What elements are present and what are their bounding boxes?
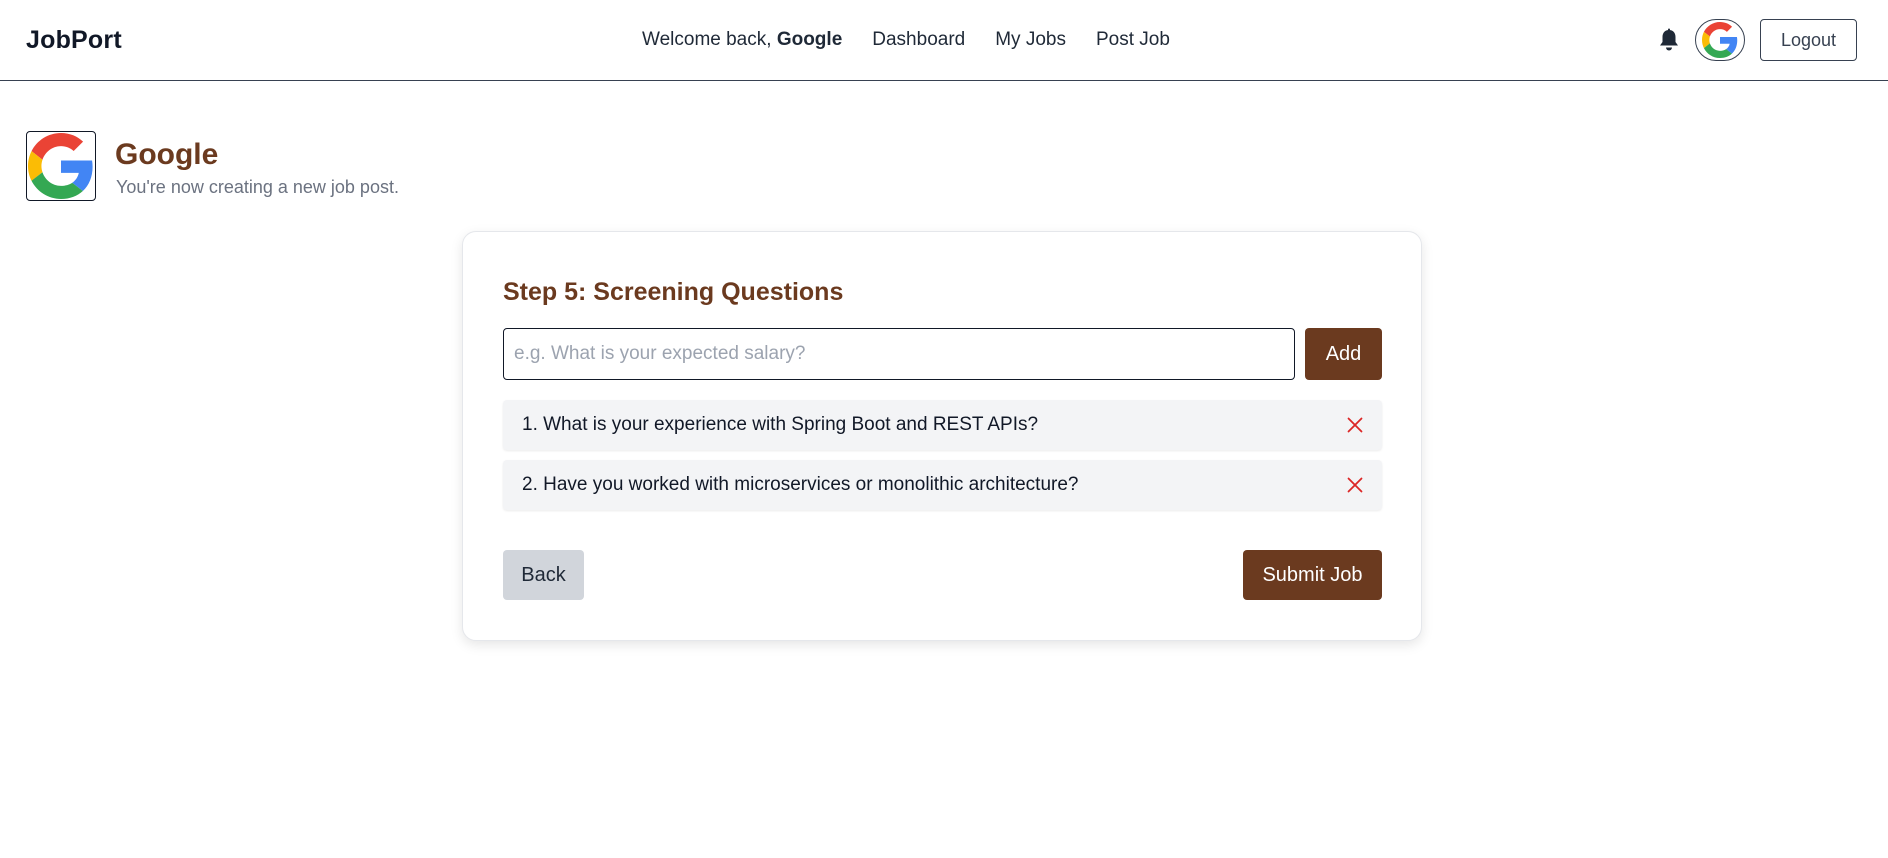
close-icon[interactable] [1342,472,1368,498]
back-button[interactable]: Back [503,550,584,600]
company-logo [26,131,96,201]
nav-dashboard[interactable]: Dashboard [872,29,965,51]
bell-icon-glyph [1660,28,1678,51]
question-list: 1. What is your experience with Spring B… [503,400,1382,520]
question-item: 1. What is your experience with Spring B… [503,400,1382,450]
main-nav: Welcome back, Google Dashboard My Jobs P… [642,29,1200,51]
question-text: 1. What is your experience with Spring B… [522,414,1039,435]
step-title: Step 5: Screening Questions [503,278,844,306]
question-text: 2. Have you worked with microservices or… [522,474,1079,495]
avatar[interactable] [1695,19,1745,61]
welcome-user-name: Google [776,29,843,50]
close-icon[interactable] [1342,412,1368,438]
nav-my-jobs[interactable]: My Jobs [995,29,1066,51]
google-logo-icon [1702,22,1738,58]
nav-actions: Logout [1656,18,1857,62]
company-subtitle: You're now creating a new job post. [116,177,399,197]
bell-icon[interactable] [1656,27,1682,53]
company-name: Google [115,138,219,171]
logout-button[interactable]: Logout [1760,19,1857,61]
screening-questions-card: Step 5: Screening Questions Add 1. What … [462,231,1422,641]
nav-post-job[interactable]: Post Job [1096,29,1170,51]
remove-question-icon [1347,417,1363,433]
add-question-button[interactable]: Add [1305,328,1382,380]
question-item: 2. Have you worked with microservices or… [503,460,1382,510]
google-logo-icon [28,133,93,199]
welcome-message: Welcome back, Google [642,29,842,51]
question-input[interactable] [503,328,1295,380]
submit-job-button[interactable]: Submit Job [1243,550,1382,600]
top-navbar: JobPort Welcome back, Google Dashboard M… [0,0,1888,81]
welcome-prefix: Welcome back, [642,29,777,50]
brand-logo[interactable]: JobPort [26,26,122,55]
remove-question-icon [1347,477,1363,493]
